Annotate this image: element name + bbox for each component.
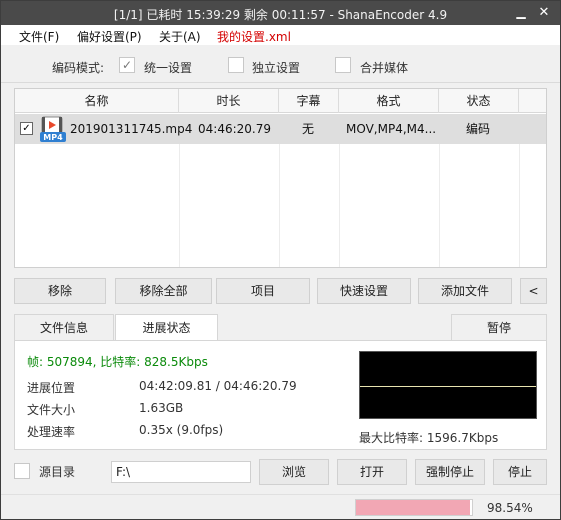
progress-fill xyxy=(356,500,471,515)
encode-progress-bar xyxy=(355,499,473,516)
table-header: 名称 时长 字幕 格式 状态 xyxy=(15,89,546,113)
menu-preferences[interactable]: 偏好设置(P) xyxy=(77,28,142,45)
menu-my-settings[interactable]: 我的设置.xml xyxy=(217,28,291,45)
remove-button[interactable]: 移除 xyxy=(14,278,106,304)
app-window: [1/1] 已耗时 15:39:29 剩余 00:11:57 - ShanaEn… xyxy=(0,0,561,520)
cell-status: 编码 xyxy=(466,122,491,136)
stop-button[interactable]: 停止 xyxy=(493,459,547,485)
item-button[interactable]: 项目 xyxy=(216,278,310,304)
quick-settings-button[interactable]: 快速设置 xyxy=(317,278,411,304)
tab-file-info[interactable]: 文件信息 xyxy=(14,314,114,340)
row-checkbox[interactable]: ✓ xyxy=(20,122,33,135)
merge-label: 合并媒体 xyxy=(360,61,409,75)
browse-button[interactable]: 浏览 xyxy=(259,459,329,485)
position-value: 04:42:09.81 / 04:46:20.79 xyxy=(139,379,297,393)
file-table: 名称 时长 字幕 格式 状态 ✓ MP4 201901311745.mp4 04… xyxy=(14,88,547,268)
menu-bar: 文件(F) 偏好设置(P) 关于(A) 我的设置.xml xyxy=(1,25,560,45)
cell-format: MOV,MP4,M4... xyxy=(346,122,437,136)
menu-file[interactable]: 文件(F) xyxy=(19,28,59,45)
bottom-controls: 源目录 浏览 打开 强制停止 停止 xyxy=(1,456,560,492)
status-bar: 98.54% xyxy=(1,494,560,519)
open-button[interactable]: 打开 xyxy=(337,459,407,485)
column-divider xyxy=(519,144,520,267)
progress-panel: 帧: 507894, 比特率: 828.5Kbps 进展位置 04:42:09.… xyxy=(14,340,547,450)
source-dir-checkbox[interactable] xyxy=(14,463,30,479)
table-row[interactable]: ✓ MP4 201901311745.mp4 04:46:20.79 无 MOV… xyxy=(15,114,546,144)
bitrate-graph xyxy=(359,351,537,419)
max-bitrate-label: 最大比特率: 1596.7Kbps xyxy=(359,431,499,445)
source-dir-label: 源目录 xyxy=(39,465,76,479)
mp4-file-icon: MP4 xyxy=(40,116,66,142)
frame-bitrate-status: 帧: 507894, 比特率: 828.5Kbps xyxy=(27,355,208,369)
independent-label: 独立设置 xyxy=(252,61,301,75)
merge-checkbox[interactable] xyxy=(335,57,351,73)
unified-checkbox[interactable]: ✓ xyxy=(119,57,135,73)
position-label: 进展位置 xyxy=(27,381,76,395)
encode-mode-label: 编码模式: xyxy=(52,61,105,75)
cell-duration: 04:46:20.79 xyxy=(198,122,271,136)
tab-progress[interactable]: 进展状态 xyxy=(115,314,218,340)
column-header-status[interactable]: 状态 xyxy=(439,89,519,113)
column-header-name[interactable]: 名称 xyxy=(15,89,179,113)
column-divider xyxy=(439,144,440,267)
file-size-value: 1.63GB xyxy=(139,401,184,415)
column-divider xyxy=(339,144,340,267)
unified-label: 统一设置 xyxy=(144,61,193,75)
independent-checkbox[interactable] xyxy=(228,57,244,73)
menu-about[interactable]: 关于(A) xyxy=(159,28,201,45)
column-divider xyxy=(179,144,180,267)
title-bar: [1/1] 已耗时 15:39:29 剩余 00:11:57 - ShanaEn… xyxy=(1,1,560,25)
remove-all-button[interactable]: 移除全部 xyxy=(115,278,212,304)
cell-name: 201901311745.mp4 xyxy=(70,122,193,136)
minimize-button[interactable]: ▁ xyxy=(511,3,531,23)
output-path-input[interactable] xyxy=(111,461,251,483)
file-size-label: 文件大小 xyxy=(27,403,76,417)
encode-mode-bar: 编码模式: ✓ 统一设置 独立设置 合并媒体 xyxy=(1,47,560,83)
info-tabs: 文件信息 进展状态 暂停 xyxy=(14,314,547,340)
pause-button[interactable]: 暂停 xyxy=(451,314,547,340)
force-stop-button[interactable]: 强制停止 xyxy=(415,459,485,485)
column-divider xyxy=(279,144,280,267)
column-header-duration[interactable]: 时长 xyxy=(179,89,279,113)
cell-subtitle: 无 xyxy=(302,122,315,136)
speed-label: 处理速率 xyxy=(27,425,76,439)
speed-value: 0.35x (9.0fps) xyxy=(139,423,224,437)
bitrate-graph-line xyxy=(360,386,536,387)
progress-percent: 98.54% xyxy=(487,501,533,515)
close-button[interactable]: ✕ xyxy=(534,3,554,23)
add-file-button[interactable]: 添加文件 xyxy=(418,278,512,304)
collapse-button[interactable]: < xyxy=(520,278,547,304)
column-header-subtitle[interactable]: 字幕 xyxy=(279,89,339,113)
mp4-icon-label: MP4 xyxy=(43,133,63,142)
column-header-format[interactable]: 格式 xyxy=(339,89,439,113)
window-title: [1/1] 已耗时 15:39:29 剩余 00:11:57 - ShanaEn… xyxy=(113,8,448,22)
